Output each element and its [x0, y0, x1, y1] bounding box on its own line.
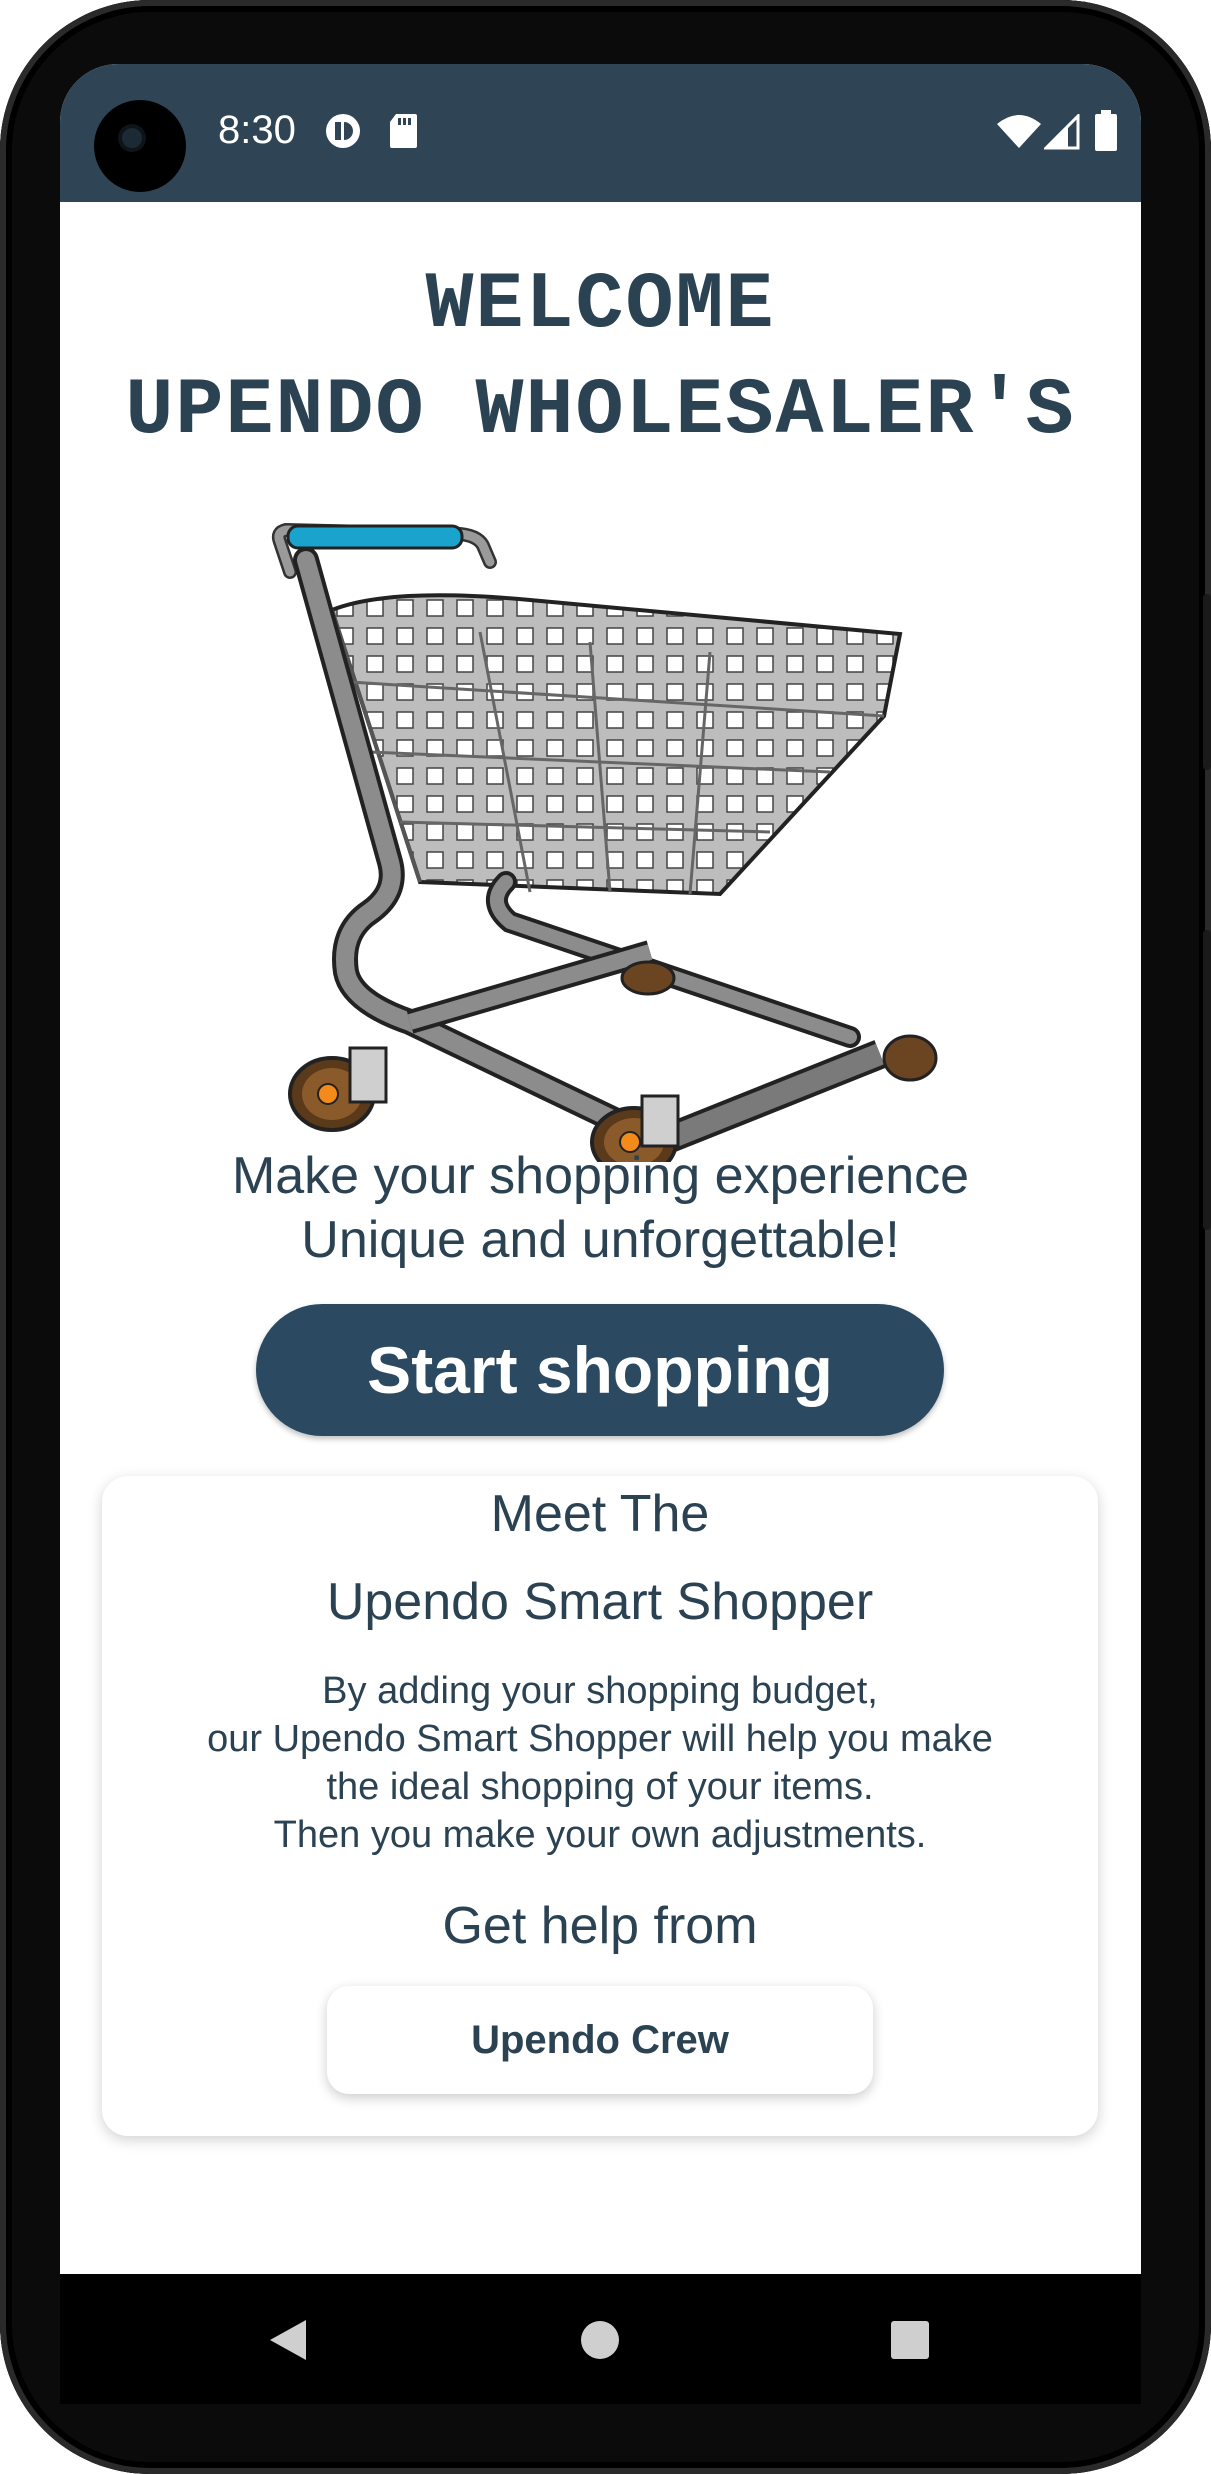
phone-side-button: [1203, 594, 1211, 770]
sd-card-icon: [390, 114, 417, 148]
home-icon[interactable]: [580, 2320, 620, 2360]
signal-icon: [1044, 114, 1080, 150]
tagline-line-1: Make your shopping experience: [231, 1147, 970, 1205]
upendo-crew-button[interactable]: Upendo Crew: [327, 1986, 873, 2094]
card-description-line: Then you make your own adjustments.: [273, 1814, 927, 1856]
start-shopping-button[interactable]: Start shopping: [256, 1304, 944, 1436]
status-time: 8:30: [218, 108, 296, 152]
card-title-line-1: Meet The: [490, 1485, 710, 1543]
status-bar: 8:30: [60, 64, 1141, 202]
card-description-line: By adding your shopping budget,: [322, 1670, 878, 1712]
camera-lens: [122, 128, 142, 148]
back-icon[interactable]: [268, 2318, 308, 2362]
wifi-icon: [997, 115, 1041, 148]
battery-icon: [1095, 110, 1117, 151]
welcome-title: WELCOME: [425, 260, 776, 351]
card-description-line: our Upendo Smart Shopper will help you m…: [207, 1718, 993, 1760]
store-name-title: UPENDO WHOLESALER'S: [125, 366, 1076, 457]
navigation-bar: [60, 2274, 1141, 2404]
recents-icon[interactable]: [890, 2320, 930, 2360]
tagline-line-2: Unique and unforgettable!: [301, 1211, 900, 1269]
phone-volume-button: [1203, 930, 1211, 1230]
get-help-label: Get help from: [442, 1897, 758, 1955]
shopping-cart-illustration: [271, 522, 938, 1162]
app-screen: 8:30 WELCOME UPENDO WHOLESALER'S Make yo…: [60, 64, 1141, 2274]
front-camera: [94, 100, 186, 192]
card-description-line: the ideal shopping of your items.: [326, 1766, 874, 1808]
smart-shopper-card: Meet The Upendo Smart Shopper By adding …: [102, 1476, 1098, 2136]
card-title-line-2: Upendo Smart Shopper: [326, 1573, 874, 1631]
cast-icon: [326, 114, 360, 148]
